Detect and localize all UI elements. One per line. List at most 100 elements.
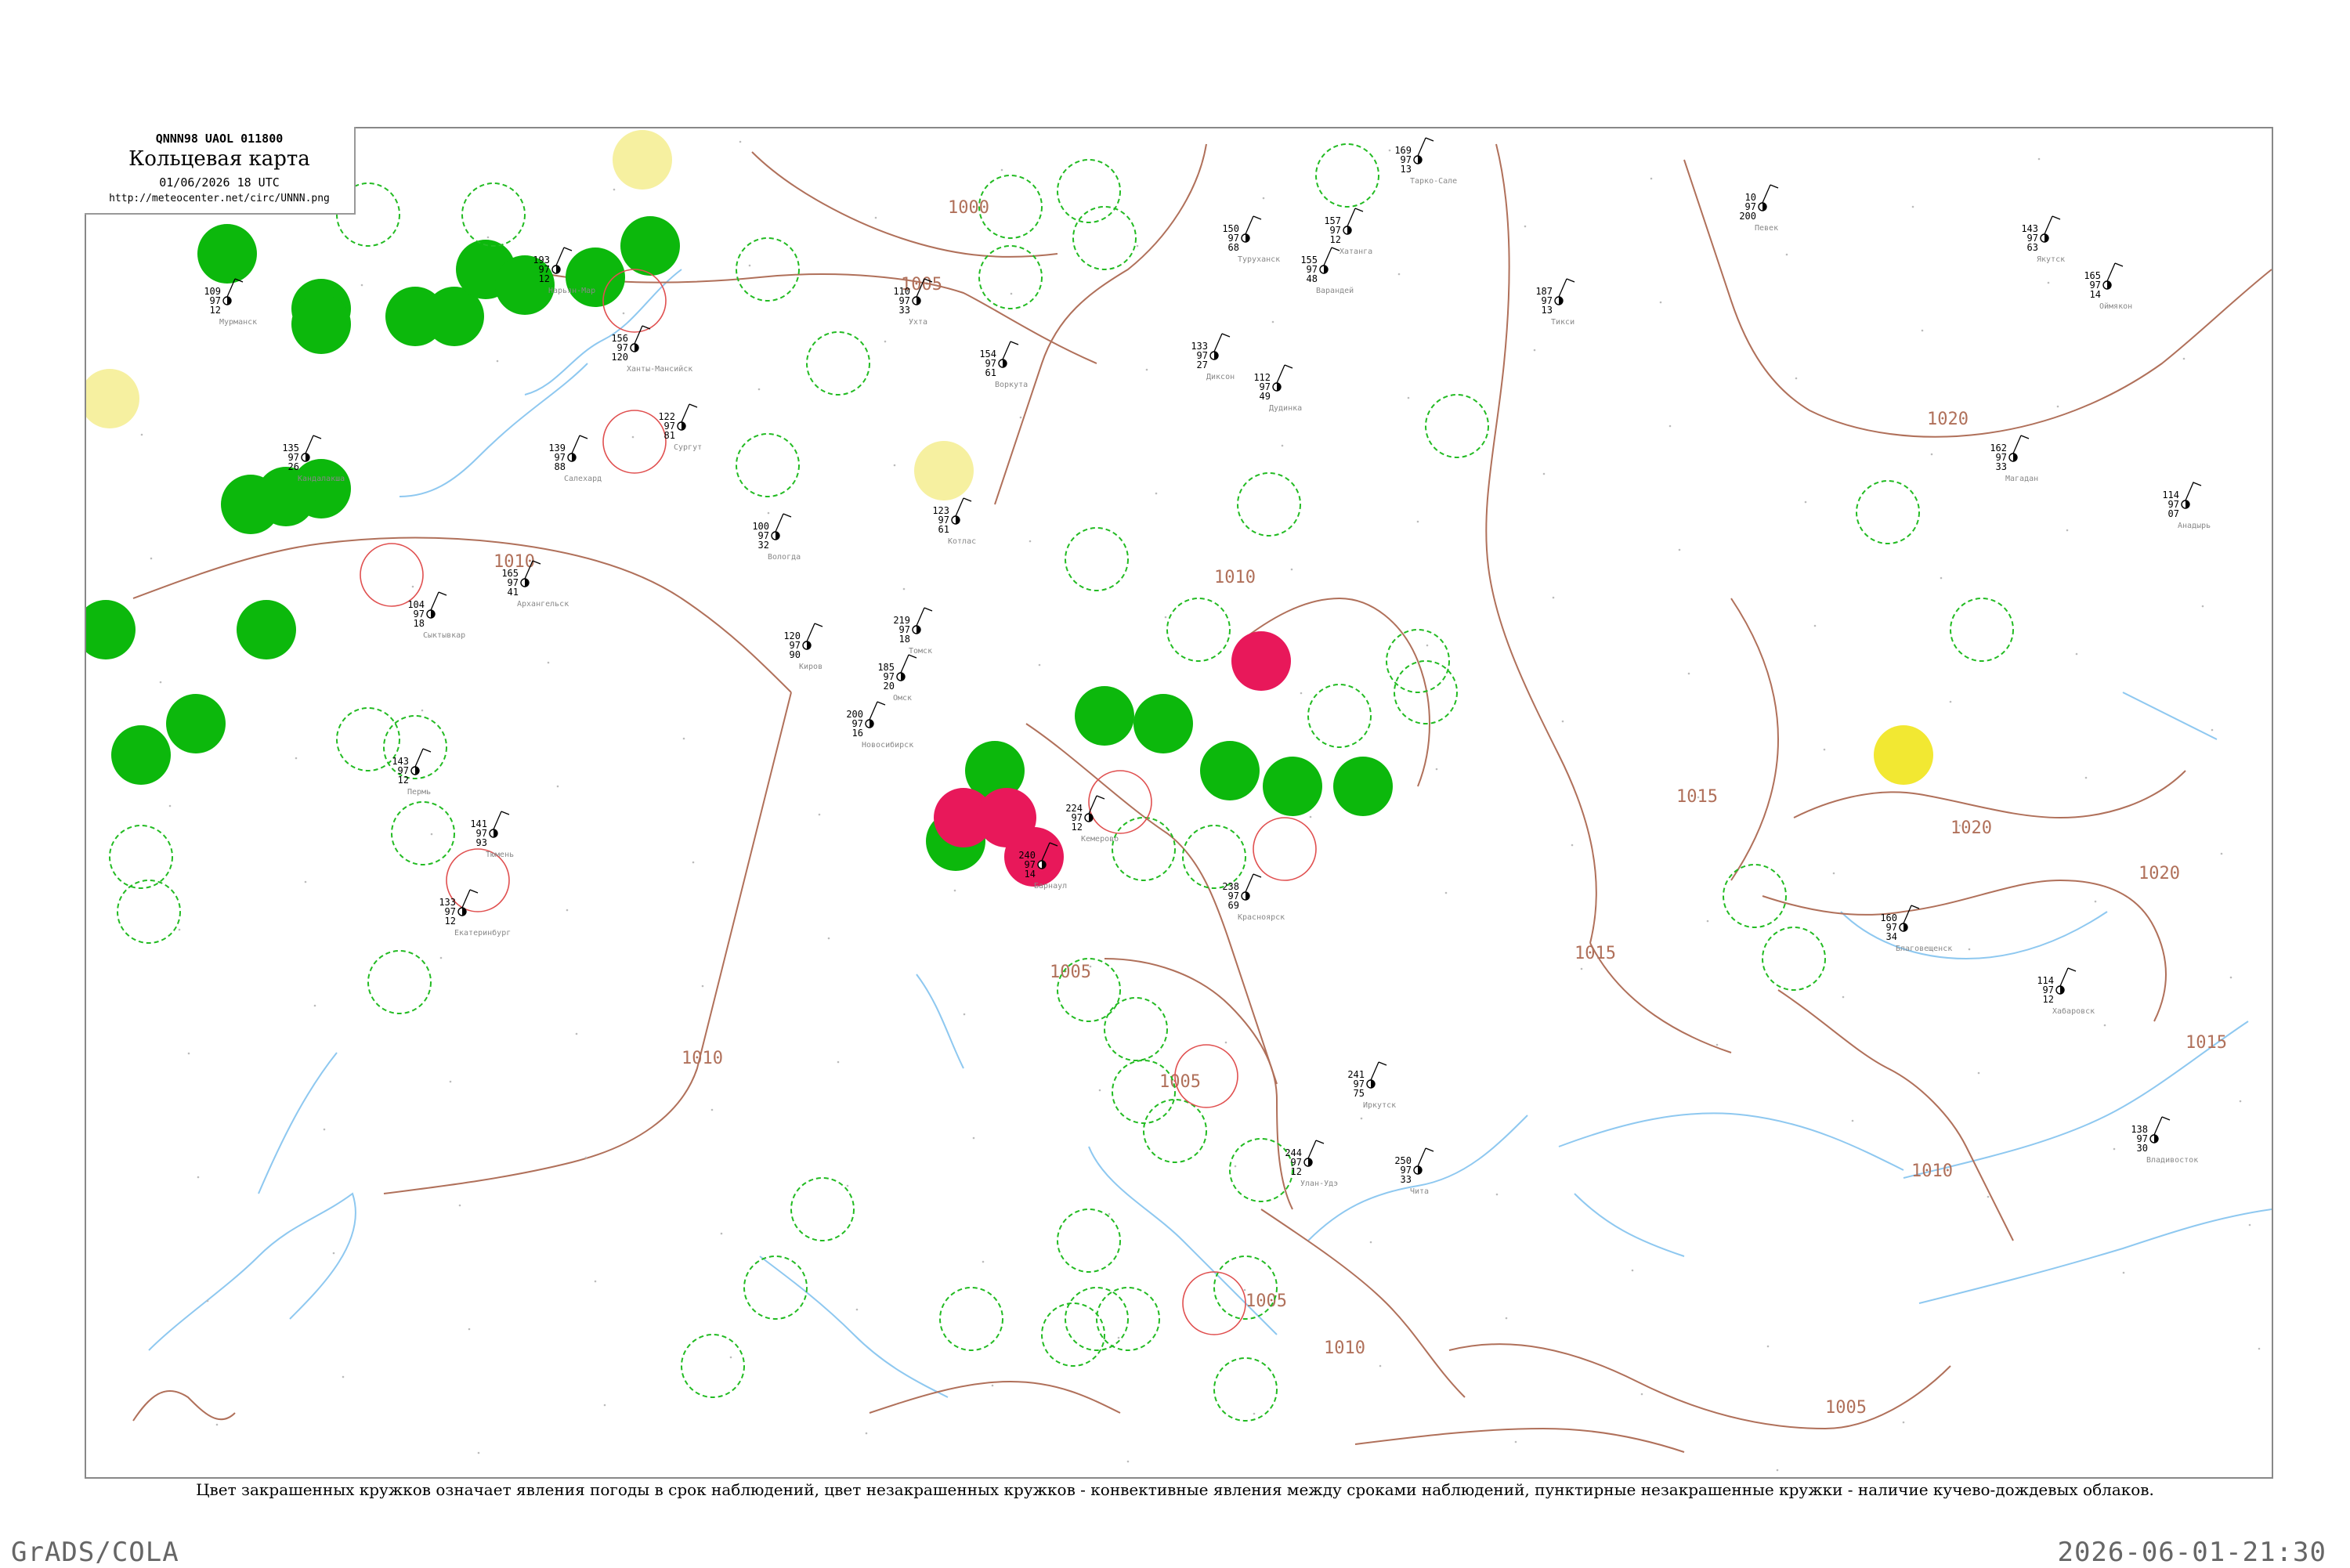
station-name: Дудинка xyxy=(1269,404,1302,413)
wind-barb-feather xyxy=(924,607,933,612)
wind-barb-feather xyxy=(1096,795,1105,800)
river-path xyxy=(2122,692,2218,740)
wind-barb-feather xyxy=(2193,482,2202,486)
grid-dot xyxy=(1426,644,1429,647)
isobar-line xyxy=(1730,598,1780,881)
station-d: 48 xyxy=(1307,273,1318,284)
grid-dot xyxy=(622,312,625,315)
river-path xyxy=(1307,1115,1528,1241)
station-d: 12 xyxy=(398,775,409,786)
weather-circle-filled-pale-yellow xyxy=(613,130,672,190)
grid-dot xyxy=(1243,1288,1246,1292)
grid-dot xyxy=(1281,444,1284,447)
weather-circle-filled-green xyxy=(1133,694,1193,753)
grid-dot xyxy=(1795,377,1798,380)
station-d: 32 xyxy=(758,540,769,551)
station-d: 27 xyxy=(1197,359,1208,370)
station-name: Нарьян-Мар xyxy=(548,287,595,295)
station-name: Мурманск xyxy=(219,318,257,327)
grid-dot xyxy=(449,1080,452,1083)
station-name: Улан-Удэ xyxy=(1300,1180,1338,1188)
wind-barb-feather xyxy=(1221,333,1231,338)
station-name: Ханты-Мансийск xyxy=(627,364,692,374)
grid-dot xyxy=(1533,349,1536,352)
wind-barb xyxy=(555,247,565,266)
grid-dot xyxy=(477,1451,480,1454)
grid-dot xyxy=(575,1032,578,1035)
wind-barb-feather xyxy=(1566,278,1575,283)
convective-ring xyxy=(1088,770,1152,834)
wind-barb-feather xyxy=(1010,341,1019,345)
grid-dot xyxy=(739,140,742,143)
grid-dot xyxy=(2066,529,2069,532)
cumulonimbus-ring xyxy=(336,707,400,771)
isobar-line xyxy=(1354,1427,1685,1453)
weather-circle-filled-green xyxy=(620,216,680,276)
wind-barb xyxy=(900,654,909,674)
station-name: Ухта xyxy=(909,318,927,327)
station-plot: 1439712Пермь xyxy=(392,748,432,797)
cumulonimbus-ring xyxy=(736,433,800,497)
grid-dot xyxy=(566,909,569,912)
cumulonimbus-ring xyxy=(1143,1099,1207,1163)
wind-barb xyxy=(2059,967,2069,987)
grid-dot xyxy=(304,880,307,883)
grid-dot xyxy=(1000,168,1003,172)
grid-dot xyxy=(342,1375,345,1378)
grid-dot xyxy=(1300,692,1303,695)
station-name: Архангельск xyxy=(517,600,569,609)
grid-dot xyxy=(1921,329,1924,332)
station-plot: 1439763Якутск xyxy=(2021,215,2065,264)
grid-dot xyxy=(168,804,172,807)
station-name: Чита xyxy=(1410,1187,1429,1196)
grid-dot xyxy=(1019,416,1022,419)
grid-dot xyxy=(594,1280,597,1283)
grid-dot xyxy=(1388,149,1391,152)
cumulonimbus-ring xyxy=(1425,394,1489,458)
cumulonimbus-ring xyxy=(743,1255,808,1320)
wind-barb xyxy=(1307,1140,1317,1159)
wind-barb xyxy=(634,325,643,345)
wind-barb xyxy=(1245,873,1254,893)
grid-dot xyxy=(1514,1440,1517,1443)
wind-barb xyxy=(305,435,314,454)
grid-dot xyxy=(1397,273,1401,276)
grid-dot xyxy=(1145,368,1148,371)
grid-dot xyxy=(613,188,616,191)
station-d: 75 xyxy=(1354,1088,1365,1099)
grid-dot xyxy=(603,1404,606,1407)
grid-dot xyxy=(1010,292,1013,295)
isobar-label: 1010 xyxy=(1214,568,1256,587)
station-d: 12 xyxy=(1072,822,1083,833)
grid-dot xyxy=(1164,616,1167,619)
station-name: Воркута xyxy=(995,381,1028,389)
grid-dot xyxy=(1561,720,1564,723)
river-path xyxy=(759,1255,949,1398)
map-url: http://meteocenter.net/circ/UNNN.png xyxy=(109,193,330,204)
grid-dot xyxy=(710,1108,714,1111)
map-datetime: 01/06/2026 18 UTC xyxy=(159,175,280,190)
station-name: Кандалакша xyxy=(298,475,345,483)
cumulonimbus-ring xyxy=(391,801,455,865)
grid-dot xyxy=(1253,1412,1256,1415)
map-frame: 1000 1005 1005 1010 1010 1010 1015 1015 … xyxy=(85,127,2273,1479)
grid-dot xyxy=(178,928,181,931)
station-d: 33 xyxy=(1996,461,2007,472)
grid-dot xyxy=(1785,253,1788,256)
station-plot: 1399788Салехард xyxy=(548,435,602,483)
cumulonimbus-ring xyxy=(1950,598,2014,662)
station-plot: 15697120Ханты-Мансийск xyxy=(611,325,692,374)
weather-circles-layer xyxy=(86,130,2014,1422)
wind-barb-feather xyxy=(2114,262,2124,267)
station-d: 13 xyxy=(1401,164,1412,175)
station-d: 30 xyxy=(2137,1143,2148,1154)
station-name: Оймякон xyxy=(2099,302,2132,311)
grid-dot xyxy=(1940,576,1943,580)
station-plot: 2009716Новосибирск xyxy=(846,701,913,750)
grid-dot xyxy=(2113,1147,2116,1151)
station-plot: 1339712Екатеринбург xyxy=(439,889,511,938)
wind-barb xyxy=(493,811,502,830)
station-name: Магадан xyxy=(2005,475,2038,483)
wind-barb xyxy=(1903,905,1912,924)
station-plot: 1659714Оймякон xyxy=(2084,262,2132,311)
